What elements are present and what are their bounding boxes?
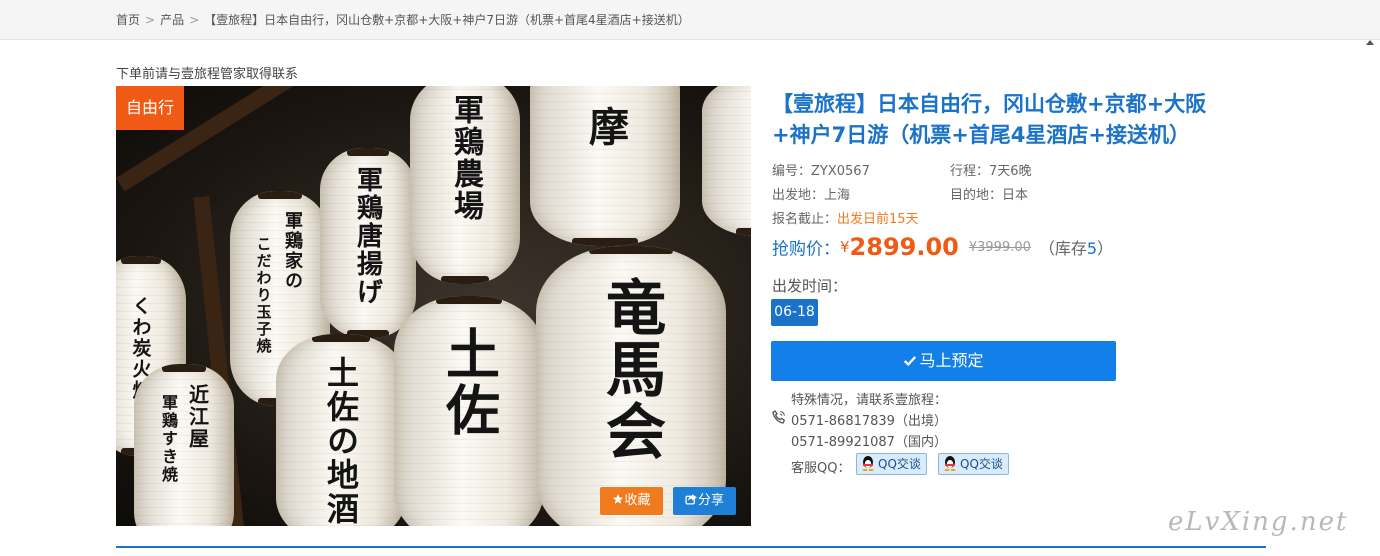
breadcrumb-products[interactable]: 产品 <box>160 13 184 27</box>
qq-label: 客服QQ： <box>791 461 851 476</box>
photo-lantern: 土佐の地酒 <box>276 334 406 526</box>
stock-count: 5 <box>1086 239 1098 258</box>
product-destination-label: 目的地： <box>950 188 1003 203</box>
product-deadline-value: 出发日前15天 <box>837 212 919 227</box>
breadcrumb-separator: > <box>145 13 156 27</box>
price-currency: ¥ <box>840 238 850 256</box>
qq-chat-button[interactable]: QQ交谈 <box>856 453 927 475</box>
star-icon <box>613 494 624 504</box>
product-photo: くわ炭火焼 軍鶏家の こだわり玉子焼 軍鶏唐揚げ 軍鶏農場 摩 近江屋 軍鶏すき焼 … <box>116 86 751 526</box>
favorite-button[interactable]: 收藏 <box>600 487 663 515</box>
qq-penguin-icon <box>862 456 874 471</box>
contact-notice: 下单前请与壹旅程管家取得联系 <box>116 67 299 82</box>
product-origin-value: 上海 <box>824 188 851 203</box>
photo-lantern: 土佐 <box>394 296 544 526</box>
product-deadline: 报名截止：出发日前15天 <box>772 208 919 227</box>
sale-price: 2899.00 <box>849 233 959 261</box>
photo-lantern: 竜馬会 <box>536 246 726 526</box>
qq-chat-label: QQ交谈 <box>878 457 921 471</box>
product-code-value: ZYX0567 <box>811 164 870 179</box>
departure-label: 出发时间： <box>772 277 848 295</box>
section-divider <box>116 546 1266 548</box>
product-origin: 出发地：上海 <box>772 184 850 203</box>
breadcrumb: 首页 > 产品 > 【壹旅程】日本自由行，冈山仓敷+京都+大阪+神户7日游（机票+首尾4… <box>116 11 690 28</box>
stock-info: （库存5） <box>1039 239 1113 258</box>
qq-chat-button[interactable]: QQ交谈 <box>938 453 1009 475</box>
scroll-up-arrow-icon[interactable] <box>1366 40 1374 45</box>
product-deadline-label: 报名截止： <box>772 212 838 227</box>
product-title: 【壹旅程】日本自由行，冈山仓敷+京都+大阪+神户7日游（机票+首尾4星酒店+接送… <box>772 92 1207 147</box>
breadcrumb-current: 【壹旅程】日本自由行，冈山仓敷+京都+大阪+神户7日游（机票+首尾4星酒店+接送… <box>204 13 690 27</box>
share-button[interactable]: 分享 <box>673 487 736 515</box>
photo-lantern: 近江屋 軍鶏すき焼 <box>134 364 234 526</box>
phone-international[interactable]: 0571-86817839（出境） <box>791 410 947 429</box>
phone-icon <box>772 410 786 424</box>
book-now-label: 马上预定 <box>919 351 984 370</box>
stock-suffix: ） <box>1097 239 1114 258</box>
top-bar: 首页 > 产品 > 【壹旅程】日本自由行，冈山仓敷+京都+大阪+神户7日游（机票+首尾4… <box>0 0 1380 40</box>
qq-chat-label: QQ交谈 <box>960 457 1003 471</box>
departure-date-chip[interactable]: 06-18 <box>771 299 818 326</box>
price-label: 抢购价： <box>772 239 840 260</box>
breadcrumb-separator: > <box>189 13 200 27</box>
scrollbar[interactable] <box>1366 40 1374 556</box>
contact-intro: 特殊情况，请联系壹旅程： <box>791 393 948 408</box>
product-code: 编号：ZYX0567 <box>772 160 870 179</box>
photo-lantern: 摩 <box>530 86 680 246</box>
share-label: 分享 <box>697 493 724 508</box>
book-now-button[interactable]: 马上预定 <box>771 341 1116 381</box>
product-itinerary: 行程：7天6晚 <box>950 160 1032 179</box>
site-watermark: eLvXing.net <box>1168 507 1349 537</box>
favorite-label: 收藏 <box>624 493 651 508</box>
photo-lantern: 軍鶏農場 <box>410 86 520 284</box>
photo-lantern <box>702 86 751 236</box>
breadcrumb-home[interactable]: 首页 <box>116 13 140 27</box>
check-icon <box>904 356 917 367</box>
product-itinerary-label: 行程： <box>950 164 990 179</box>
product-itinerary-value: 7天6晚 <box>989 164 1032 179</box>
free-travel-badge: 自由行 <box>116 86 184 130</box>
product-code-label: 编号： <box>772 164 812 179</box>
product-destination-value: 日本 <box>1002 188 1029 203</box>
phone-domestic[interactable]: 0571-89921087（国内） <box>791 431 947 450</box>
stock-prefix: （库存 <box>1038 239 1087 258</box>
price-row: 抢购价：¥2899.00 ¥3999.00 （库存5） <box>772 233 1113 267</box>
qq-penguin-icon <box>944 456 956 471</box>
original-price: ¥3999.00 <box>968 239 1031 255</box>
product-origin-label: 出发地： <box>772 188 825 203</box>
product-destination: 目的地：日本 <box>950 184 1028 203</box>
share-icon <box>685 494 697 505</box>
